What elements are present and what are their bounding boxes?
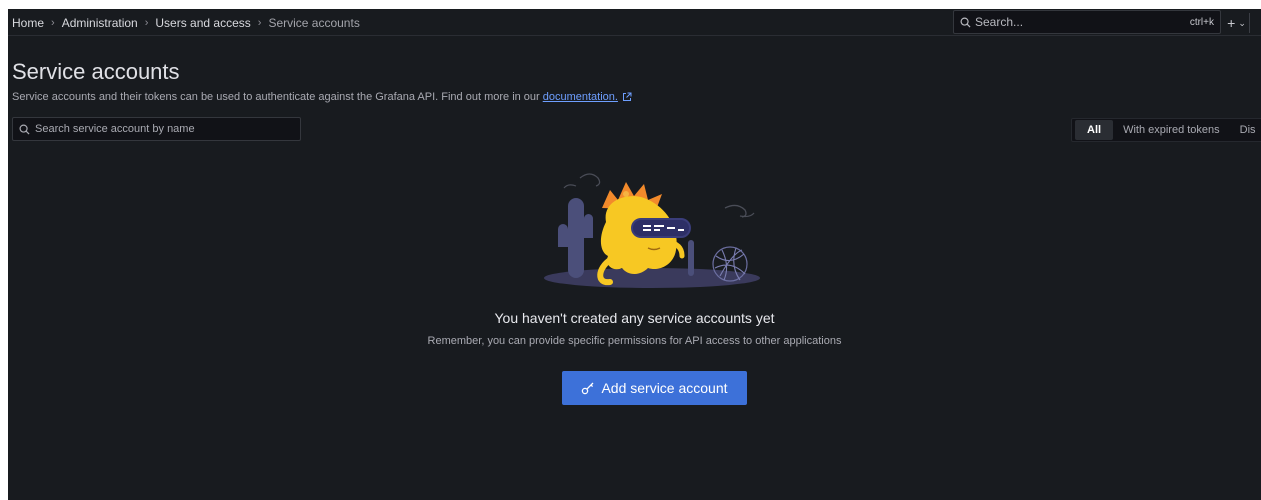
breadcrumb-separator: ›: [257, 16, 262, 29]
empty-state-subtitle: Remember, you can provide specific permi…: [427, 335, 842, 347]
breadcrumb: Home › Administration › Users and access…: [12, 9, 360, 36]
search-icon: [960, 17, 971, 28]
empty-state-illustration: [544, 173, 760, 288]
page-description: Service accounts and their tokens can be…: [12, 91, 632, 103]
breadcrumb-home[interactable]: Home: [12, 16, 44, 30]
new-menu-button[interactable]: + ⌄: [1224, 13, 1250, 33]
documentation-link[interactable]: documentation.: [543, 91, 618, 103]
search-shortcut: ctrl+k: [1189, 16, 1214, 28]
search-placeholder: Search service account by name: [35, 123, 195, 135]
search-icon: [19, 124, 30, 135]
plus-icon: +: [1227, 15, 1236, 31]
filter-option-disabled[interactable]: Dis: [1230, 120, 1261, 140]
breadcrumb-users-and-access[interactable]: Users and access: [155, 16, 250, 30]
global-search-input[interactable]: Search... ctrl+k: [953, 10, 1221, 34]
global-search-placeholder: Search...: [975, 15, 1024, 29]
token-filter-radio-group: All With expired tokens Dis: [1071, 118, 1261, 142]
breadcrumb-separator: ›: [144, 16, 149, 29]
description-text: Service accounts and their tokens can be…: [12, 91, 540, 103]
app-frame: Home › Administration › Users and access…: [8, 9, 1261, 500]
chevron-down-icon: ⌄: [1238, 17, 1246, 28]
add-service-account-button[interactable]: Add service account: [562, 371, 747, 405]
empty-state-title: You haven't created any service accounts…: [494, 310, 775, 326]
breadcrumb-current: Service accounts: [268, 15, 360, 30]
add-service-account-label: Add service account: [601, 380, 728, 396]
breadcrumb-administration[interactable]: Administration: [62, 16, 138, 30]
key-icon: [582, 382, 594, 395]
service-account-search-input[interactable]: Search service account by name: [12, 117, 301, 141]
filter-option-expired-tokens[interactable]: With expired tokens: [1113, 120, 1230, 140]
page-title: Service accounts: [12, 59, 180, 84]
filter-option-all[interactable]: All: [1075, 120, 1114, 140]
external-link-icon[interactable]: [622, 92, 632, 102]
breadcrumb-separator: ›: [51, 16, 55, 29]
top-bar: Home › Administration › Users and access…: [8, 9, 1261, 36]
